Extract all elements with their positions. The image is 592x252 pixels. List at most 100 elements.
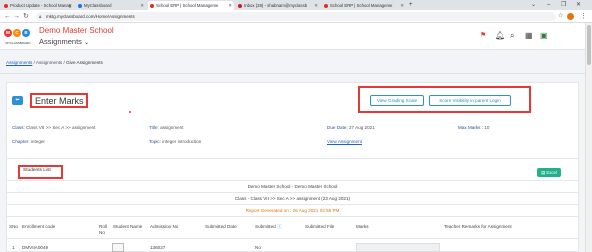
lock-icon: 🔒︎ [39,14,42,19]
column-header-submitted-date: Submitted Date [205,224,237,229]
app-header: M C B MYCLASSBOARD Demo Master School As… [0,23,585,50]
max-marks-info: Max Marks : 10 [458,125,489,130]
divider [6,238,579,239]
logo-dot-m: M [4,29,12,37]
annotation-dot [129,111,131,113]
flag-icon[interactable]: ⚑ [480,31,486,39]
column-header-student-name: Student Name [113,224,143,229]
breadcrumb-current: Give Assignments [66,60,103,65]
reload-icon[interactable]: ↻ [23,10,29,23]
row-admission-no: 136027 [150,245,166,250]
row-sno: 1 [12,245,15,250]
close-window-icon[interactable]: ✕ [576,0,581,10]
url-text: mktg.myclassboard.com/Home/Assignments [46,14,135,19]
school-name: Demo Master School [39,26,114,35]
scrollbar-thumb[interactable] [587,25,591,65]
column-header-marks: Marks [356,224,369,229]
column-header-submitted: Submitted ⓘ [255,224,282,230]
close-icon[interactable]: ✕ [228,1,232,10]
arrow-left-icon: ⬅︎ [15,97,20,103]
excel-export-button[interactable]: ▤ Excel [537,168,561,177]
search-icon[interactable]: ⌕ [510,31,514,41]
marks-input[interactable] [356,243,440,252]
bookmark-star-icon[interactable]: ☆ [558,10,563,23]
breadcrumb-assignments-link[interactable]: Assignments [6,60,32,65]
tab-label: MyClassboard [84,3,112,8]
back-icon[interactable]: ← [4,10,11,23]
topic-value: integer introduction [162,139,202,144]
column-header-roll-no: Roll No [99,224,107,235]
chapter-value: integer [30,139,45,144]
class-label: Class: [12,125,25,130]
browser-tab-active[interactable]: School ERP | School Manageme ✕ [148,1,234,10]
score-visibility-button[interactable]: Score Visibility in parent Login [429,95,511,106]
close-icon[interactable]: ✕ [400,1,404,10]
row-submitted: No [255,245,261,250]
tab-favicon [324,3,328,8]
topic-label: Topic: [149,139,161,144]
logo-text: MYCLASSBOARD [5,41,31,45]
excel-label: Excel [546,170,557,175]
divider [6,204,579,205]
close-icon[interactable]: ✕ [314,1,318,10]
breadcrumb-assignments[interactable]: Assignments [36,60,62,65]
chapter-info: Chapter: integer [12,139,45,144]
close-icon[interactable]: ✕ [68,1,72,10]
page-scrollbar[interactable] [585,23,592,252]
view-assignment-link[interactable]: View Assignment [327,139,362,144]
logo-dot-b: B [22,29,30,37]
title-label: Title: [149,125,159,130]
view-assignment-wrap: View Assignment [327,139,362,144]
back-button[interactable]: ⬅︎ [12,96,23,105]
grid-icon[interactable]: ▦ [525,31,533,40]
browser-tab-bar: Product Update - School Manag ✕ MyClassb… [0,0,592,10]
column-header-teacher-remarks: Teacher Remarks for Assignment [444,224,512,229]
module-dropdown[interactable]: Assignments ⌄ [39,37,89,46]
title-value: assignment [160,125,184,130]
close-icon[interactable]: ✕ [140,1,144,10]
divider [6,216,579,217]
address-bar[interactable]: 🔒︎ mktg.myclassboard.com/Home/Assignment… [36,12,556,21]
browser-tab[interactable]: MyClassboard ✕ [76,1,146,10]
column-header-submitted-file: Submitted File [305,224,335,229]
monitor-icon[interactable]: ▣ [540,31,548,40]
excel-icon: ▤ [541,170,546,175]
divider [6,192,579,193]
module-label: Assignments [39,37,82,46]
browser-tab[interactable]: School ERP | School Manageme ✕ [322,1,406,10]
school-logo[interactable]: M C B MYCLASSBOARD [3,27,33,47]
forward-icon[interactable]: → [13,10,20,23]
student-photo-placeholder [112,243,124,252]
breadcrumb-separator: / [33,60,35,65]
students-list-title: Students List [23,168,51,173]
report-school-line: Demo Master School - Demo Master School [247,184,338,189]
menu-dots-icon[interactable]: ⋮ [580,10,587,23]
tab-search-icon[interactable]: ⌄ [531,0,536,10]
max-marks-value: 10 [484,125,490,130]
class-info: Class: Class VII >> Sec A >> assignment [12,125,96,130]
profile-avatar[interactable] [567,13,574,20]
tab-favicon [238,3,242,8]
report-class-line: Class - Class VII >> Sec A >> assignment… [234,196,351,201]
tab-label: Product Update - School Manag [10,3,72,8]
tab-label: School ERP | School Manageme [156,3,219,8]
max-marks-label: Max Marks : [458,125,484,130]
view-grading-scale-button[interactable]: View Grading Scale [370,95,424,106]
breadcrumb: Assignments / Assignments / Give Assignm… [6,60,103,65]
divider [6,158,579,159]
tab-label: School ERP | School Manageme [330,3,393,8]
tab-label: Inbox (28) - shabnam@myclassb [244,3,308,8]
minimize-icon[interactable]: – [547,0,550,10]
info-icon[interactable]: ⓘ [277,224,282,229]
tab-favicon [78,3,82,8]
topic-info: Topic: integer introduction [149,139,201,144]
tab-favicon [4,3,8,8]
column-header-admission-no: Admission No [150,224,179,229]
bell-icon[interactable]: 🔔︎ [495,31,505,40]
divider [6,180,579,181]
browser-tab[interactable]: Inbox (28) - shabnam@myclassb ✕ [236,1,320,10]
browser-tab[interactable]: Product Update - School Manag ✕ [2,1,74,10]
breadcrumb-separator: / [63,60,65,65]
restore-icon[interactable]: ❐ [561,0,566,10]
new-tab-button[interactable]: + [409,0,413,10]
